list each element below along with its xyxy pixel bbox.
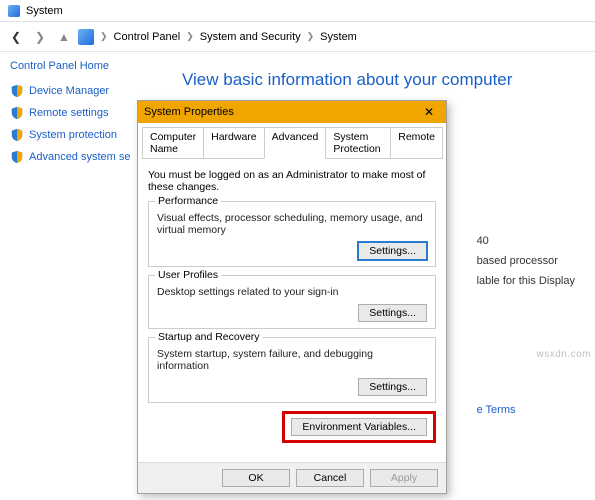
- group-desc: Visual effects, processor scheduling, me…: [157, 212, 427, 236]
- info-line: 40: [477, 232, 575, 252]
- group-title: Startup and Recovery: [155, 331, 263, 343]
- info-line: lable for this Display: [477, 272, 575, 292]
- startup-recovery-settings-button[interactable]: Settings...: [358, 378, 427, 396]
- tab-system-protection[interactable]: System Protection: [325, 127, 391, 159]
- tab-computer-name[interactable]: Computer Name: [142, 127, 204, 159]
- watermark: wsxdn.com: [536, 349, 591, 360]
- forward-button[interactable]: ❯: [30, 27, 50, 47]
- group-desc: System startup, system failure, and debu…: [157, 348, 427, 372]
- shield-icon: [10, 150, 24, 164]
- apply-button[interactable]: Apply: [370, 469, 438, 487]
- sidebar-link-label: Advanced system se: [29, 151, 131, 163]
- license-terms-link[interactable]: e Terms: [477, 401, 575, 421]
- breadcrumb-item[interactable]: System: [320, 31, 357, 43]
- nav-bar: ❮ ❯ ▲ ❯ Control Panel ❯ System and Secur…: [0, 22, 595, 52]
- performance-settings-button[interactable]: Settings...: [358, 242, 427, 260]
- user-profiles-settings-button[interactable]: Settings...: [358, 304, 427, 322]
- close-button[interactable]: ✕: [418, 105, 440, 119]
- chevron-right-icon: ❯: [186, 31, 194, 42]
- window-titlebar: System: [0, 0, 595, 22]
- sidebar-item-device-manager[interactable]: Device Manager: [10, 84, 134, 98]
- sidebar-link-label: System protection: [29, 129, 117, 141]
- page-heading: View basic information about your comput…: [182, 70, 581, 90]
- info-line: based processor: [477, 252, 575, 272]
- group-title: User Profiles: [155, 269, 221, 281]
- dialog-button-row: OK Cancel Apply: [138, 462, 446, 493]
- sidebar-item-remote-settings[interactable]: Remote settings: [10, 106, 134, 120]
- tab-remote[interactable]: Remote: [390, 127, 443, 159]
- dialog-titlebar[interactable]: System Properties ✕: [138, 101, 446, 123]
- control-panel-icon: [78, 29, 94, 45]
- tab-advanced[interactable]: Advanced: [264, 127, 327, 159]
- breadcrumb[interactable]: ❯ Control Panel ❯ System and Security ❯ …: [78, 29, 357, 45]
- sidebar-item-system-protection[interactable]: System protection: [10, 128, 134, 142]
- breadcrumb-item[interactable]: Control Panel: [114, 31, 181, 43]
- performance-group: Performance Visual effects, processor sc…: [148, 201, 436, 267]
- tab-hardware[interactable]: Hardware: [203, 127, 265, 159]
- group-desc: Desktop settings related to your sign-in: [157, 286, 427, 298]
- group-title: Performance: [155, 195, 221, 207]
- instruction-text: You must be logged on as an Administrato…: [148, 169, 436, 193]
- cancel-button[interactable]: Cancel: [296, 469, 364, 487]
- dialog-body: You must be logged on as an Administrato…: [138, 159, 446, 453]
- sidebar-link-label: Remote settings: [29, 107, 108, 119]
- system-info-fragment: 40 based processor lable for this Displa…: [477, 232, 575, 421]
- shield-icon: [10, 84, 24, 98]
- up-button[interactable]: ▲: [54, 27, 74, 47]
- sidebar: Control Panel Home Device Manager Remote…: [0, 52, 138, 500]
- back-button[interactable]: ❮: [6, 27, 26, 47]
- sidebar-item-advanced-system[interactable]: Advanced system se: [10, 150, 134, 164]
- window-title: System: [26, 5, 63, 17]
- shield-icon: [10, 106, 24, 120]
- environment-variables-button[interactable]: Environment Variables...: [291, 418, 427, 436]
- highlight-box: Environment Variables...: [282, 411, 436, 443]
- tab-bar: Computer Name Hardware Advanced System P…: [142, 127, 442, 159]
- sidebar-link-label: Device Manager: [29, 85, 109, 97]
- breadcrumb-item[interactable]: System and Security: [200, 31, 301, 43]
- dialog-title: System Properties: [144, 106, 234, 118]
- user-profiles-group: User Profiles Desktop settings related t…: [148, 275, 436, 329]
- system-properties-dialog: System Properties ✕ Computer Name Hardwa…: [137, 100, 447, 494]
- chevron-right-icon: ❯: [100, 31, 108, 42]
- ok-button[interactable]: OK: [222, 469, 290, 487]
- startup-recovery-group: Startup and Recovery System startup, sys…: [148, 337, 436, 403]
- control-panel-home-link[interactable]: Control Panel Home: [10, 60, 134, 72]
- system-icon: [8, 5, 20, 17]
- chevron-right-icon: ❯: [307, 31, 315, 42]
- shield-icon: [10, 128, 24, 142]
